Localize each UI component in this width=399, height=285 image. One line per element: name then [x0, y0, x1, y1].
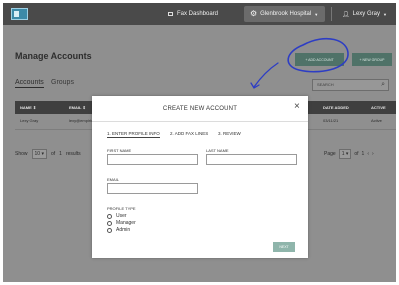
- app-frame: Fax Dashboard ⚙ Glenbrook Hospital ▼ 👤︎ …: [3, 3, 396, 282]
- modal-title: CREATE NEW ACCOUNT: [162, 106, 238, 112]
- radio-label: Admin: [116, 227, 131, 233]
- first-name-field[interactable]: [107, 154, 198, 165]
- radio-manager[interactable]: Manager: [107, 220, 136, 226]
- create-account-modal: CREATE NEW ACCOUNT × 1. ENTER PROFILE IN…: [92, 96, 308, 258]
- email-label: EMAIL: [107, 177, 120, 182]
- radio-label: Manager: [116, 220, 136, 226]
- profile-type-label: PROFILE TYPE: [107, 206, 136, 211]
- radio-button[interactable]: [107, 220, 112, 226]
- step-review[interactable]: 3. REVIEW: [218, 131, 241, 136]
- close-icon[interactable]: ×: [294, 102, 300, 112]
- divider: [92, 121, 308, 122]
- step-enter-profile-info[interactable]: 1. ENTER PROFILE INFO: [107, 131, 160, 138]
- radio-button[interactable]: [107, 227, 112, 233]
- radio-label: User: [116, 213, 127, 219]
- annotation-circle: [287, 37, 349, 73]
- next-button[interactable]: NEXT: [273, 242, 295, 252]
- radio-button[interactable]: [107, 213, 112, 219]
- radio-admin[interactable]: Admin: [107, 227, 130, 233]
- last-name-label: LAST NAME: [206, 148, 229, 153]
- radio-user[interactable]: User: [107, 213, 127, 219]
- first-name-label: FIRST NAME: [107, 148, 132, 153]
- email-field[interactable]: [107, 183, 198, 194]
- last-name-field[interactable]: [206, 154, 297, 165]
- annotation-arrow: [253, 62, 279, 88]
- step-add-fax-lines[interactable]: 2. ADD FAX LINES: [170, 131, 208, 136]
